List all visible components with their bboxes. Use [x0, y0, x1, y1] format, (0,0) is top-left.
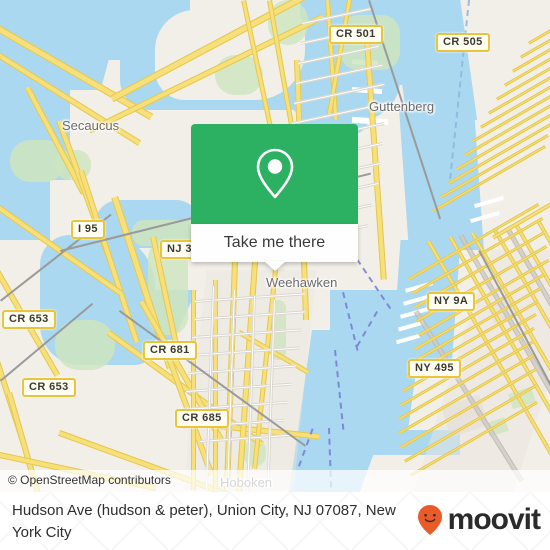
- map-shield-cr-653-upper[interactable]: CR 653: [2, 310, 56, 329]
- moovit-logo[interactable]: moovit: [417, 503, 541, 536]
- map-label-secaucus: Secaucus: [62, 118, 120, 133]
- map-shield-cr-501[interactable]: CR 501: [329, 25, 383, 44]
- map-shield-cr-505[interactable]: CR 505: [436, 33, 490, 52]
- map-pin-icon: [256, 148, 293, 199]
- moovit-smiley-pin-icon: [417, 505, 442, 535]
- map-shield-ny-495[interactable]: NY 495: [408, 359, 461, 378]
- map-attribution-text: © OpenStreetMap contributors: [8, 473, 171, 487]
- callout-pointer-tail: [263, 261, 286, 271]
- map-shield-ny-9a[interactable]: NY 9A: [427, 292, 476, 311]
- map-shield-cr-681[interactable]: CR 681: [143, 341, 197, 360]
- map-canvas[interactable]: Secaucus Guttenberg Weehawken Hoboken CR…: [0, 0, 550, 492]
- map-shield-i-95[interactable]: I 95: [71, 220, 105, 239]
- footer-bar: Hudson Ave (hudson & peter), Union City,…: [0, 492, 550, 550]
- take-me-there-button[interactable]: Take me there: [191, 224, 358, 271]
- take-me-there-label: Take me there: [223, 234, 326, 251]
- map-shield-cr-685[interactable]: CR 685: [175, 409, 229, 428]
- location-callout-card[interactable]: Take me there: [191, 124, 358, 271]
- map-label-weehawken: Weehawken: [266, 275, 338, 290]
- map-attribution-bar: © OpenStreetMap contributors: [0, 470, 550, 492]
- moovit-wordmark: moovit: [447, 503, 541, 536]
- location-address-text: Hudson Ave (hudson & peter), Union City,…: [12, 502, 396, 541]
- map-label-guttenberg: Guttenberg: [369, 99, 435, 114]
- moovit-map-screenshot: Secaucus Guttenberg Weehawken Hoboken CR…: [0, 0, 550, 550]
- map-shield-cr-653-lower[interactable]: CR 653: [22, 378, 76, 397]
- callout-icon-area: [191, 124, 358, 224]
